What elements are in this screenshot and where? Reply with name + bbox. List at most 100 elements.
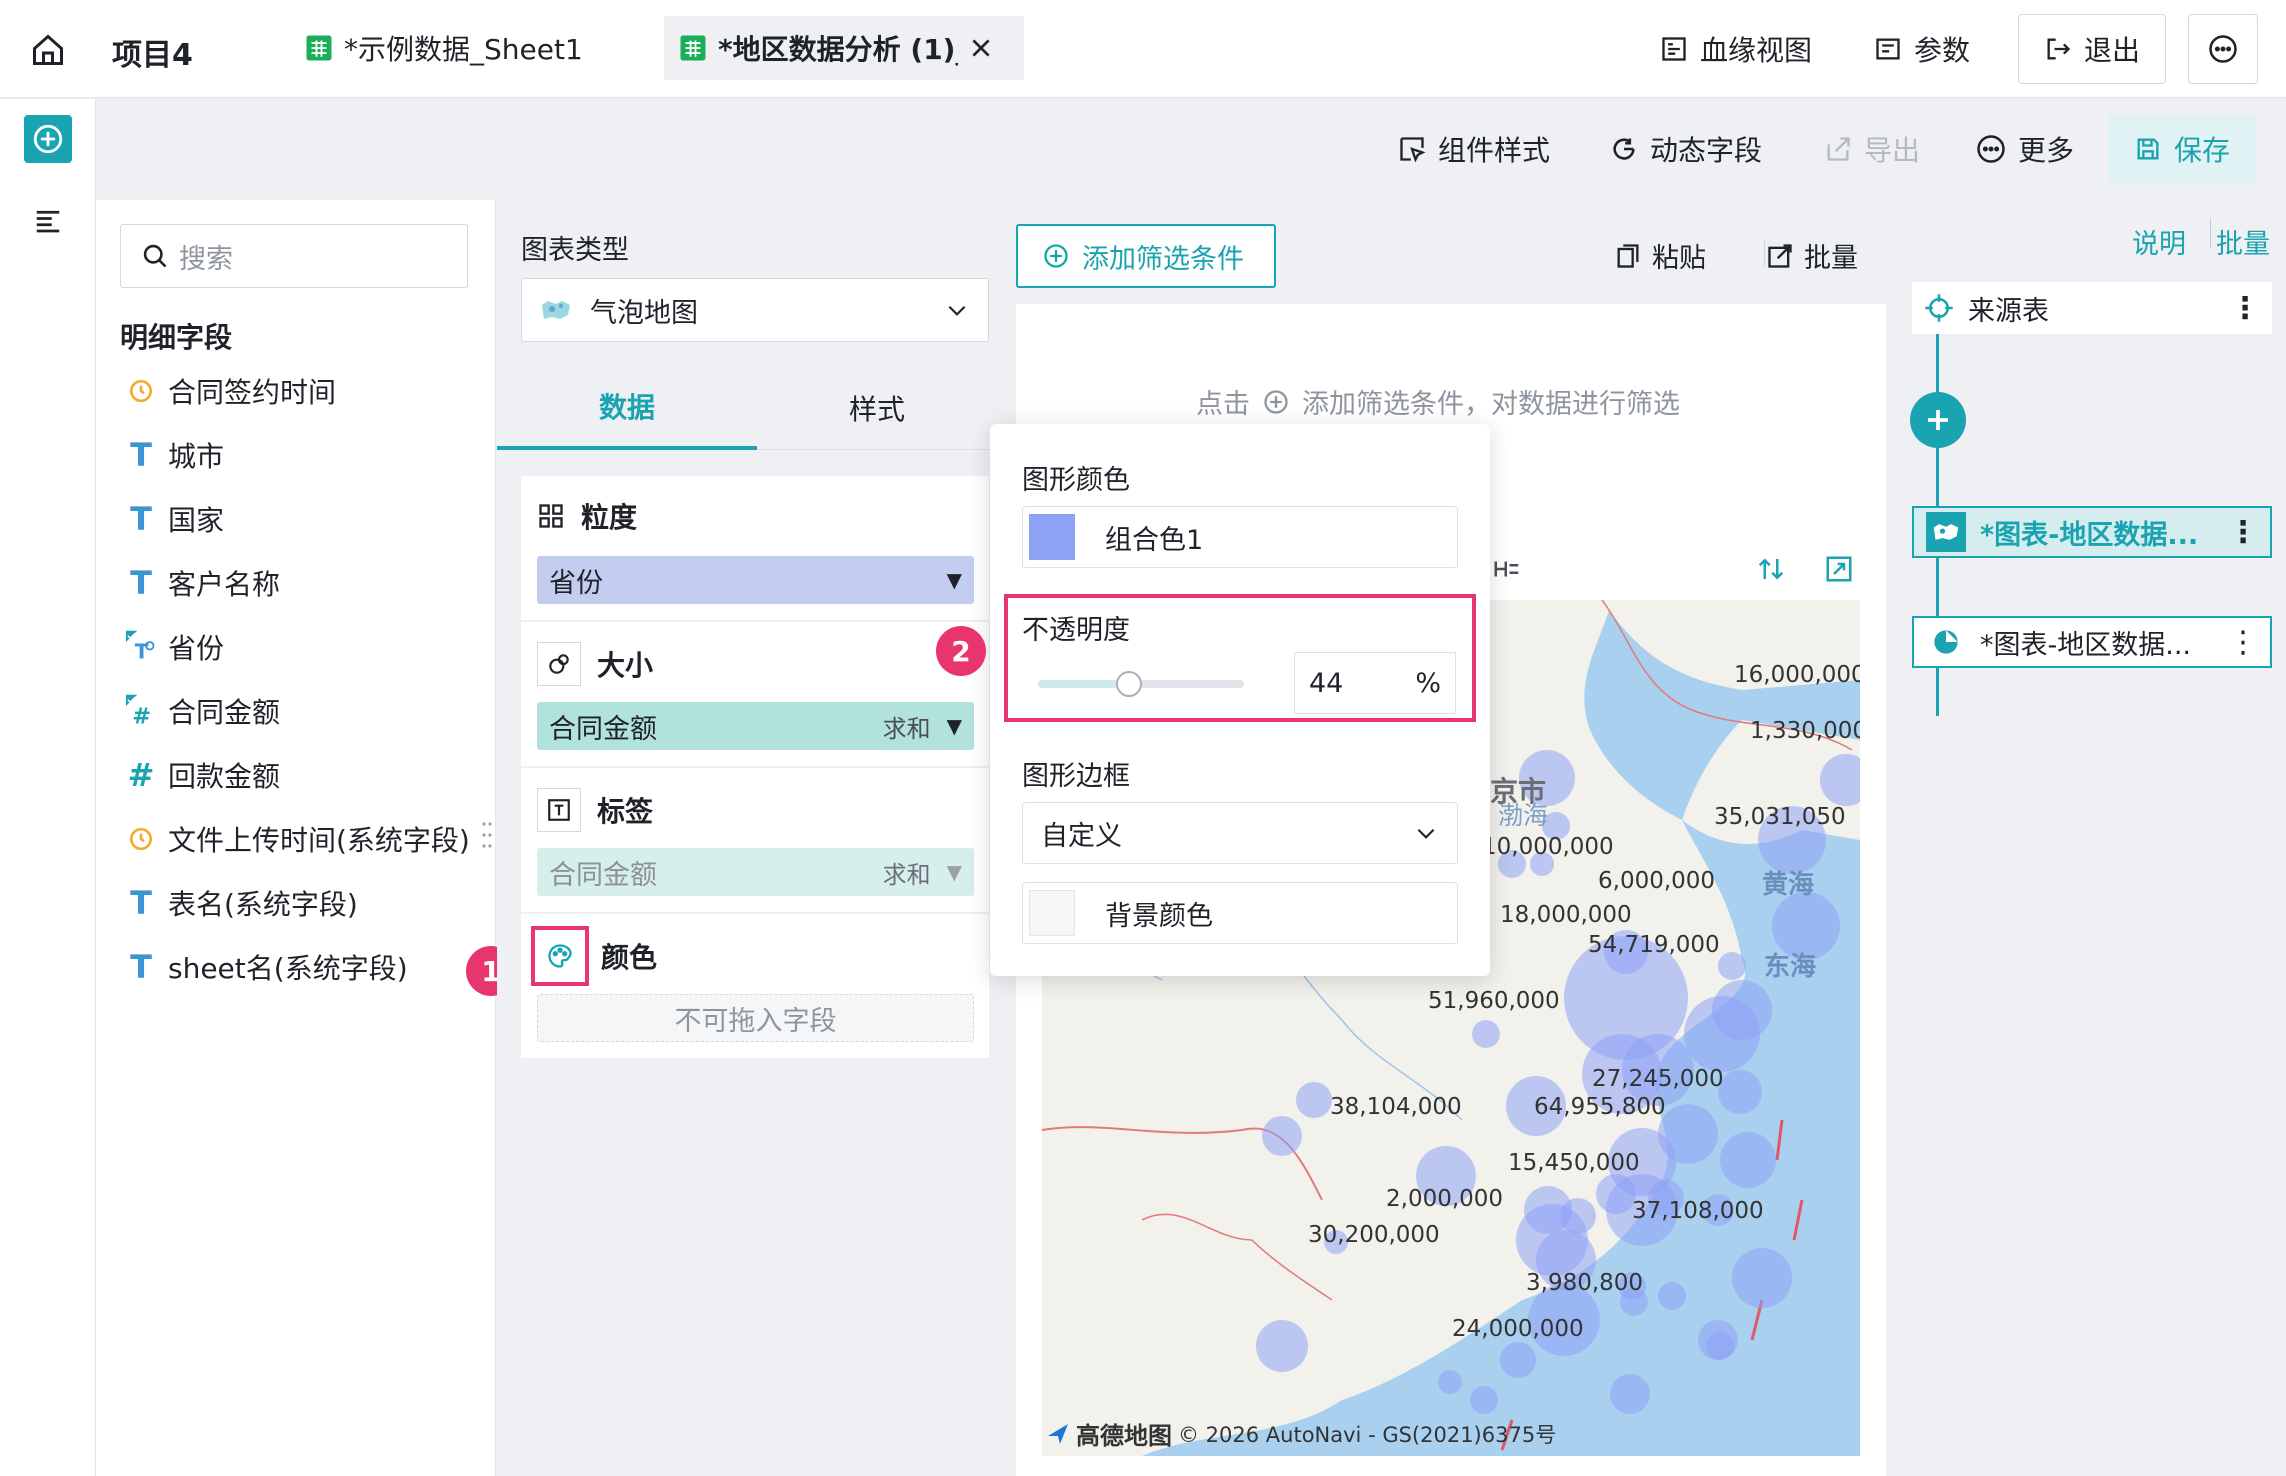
field-item[interactable]: 文件上传时间(系统字段) (126, 814, 470, 864)
tab-sheet[interactable]: *示例数据_Sheet1 (290, 16, 597, 80)
kebab-menu-icon[interactable]: ⋮ (2228, 625, 2258, 660)
batch-label: 批量 (1804, 243, 1858, 274)
params-label: 参数 (1914, 34, 1971, 67)
more-label: 更多 (2018, 134, 2075, 167)
caret-down-icon[interactable]: ▼ (947, 568, 962, 592)
shape-color-select[interactable]: 组合色1 (1022, 506, 1458, 568)
caret-down-icon[interactable]: ▼ (947, 714, 962, 738)
granularity-header: 粒度 (537, 496, 637, 536)
explain-link[interactable]: 说明 (2132, 222, 2186, 261)
home-icon[interactable] (26, 28, 70, 72)
caret-down-icon[interactable]: ▼ (947, 860, 962, 884)
add-filter-button[interactable]: 添加筛选条件 (1016, 224, 1276, 288)
tab-analysis-active[interactable]: *地区数据分析 (1)_ (664, 16, 1024, 80)
node-chart-active[interactable]: *图表-地区数据... ⋮ (1912, 506, 2272, 558)
tab-style[interactable]: 样式 (757, 366, 997, 450)
field-item[interactable]: T 表名(系统字段) (126, 878, 358, 928)
size-pill[interactable]: 合同金额 求和 ▼ (537, 702, 974, 750)
divider (2210, 218, 2211, 248)
chart-tool-icon[interactable] (1492, 554, 1522, 584)
export-label: 导出 (1864, 134, 1921, 167)
swap-icon[interactable] (1756, 554, 1786, 584)
background-color-select[interactable]: 背景颜色 (1022, 882, 1458, 944)
node-label: *图表-地区数据... (1980, 629, 2191, 661)
field-item[interactable]: # 回款金额 (126, 750, 280, 800)
number-type-icon: # (127, 756, 155, 794)
bubble-value-label: 54,719,000 (1588, 932, 1720, 958)
export-button[interactable]: 导出 (1824, 123, 1920, 175)
field-item[interactable]: T 省份 (126, 622, 224, 672)
bubble-map-icon (1926, 512, 1966, 552)
node-source-table[interactable]: 来源表 ⋮ (1912, 282, 2272, 334)
pill-agg: 求和 (882, 860, 931, 889)
text-type-icon: T (130, 884, 152, 922)
field-item[interactable]: # 合同金额 (126, 686, 280, 736)
add-circle-icon (1042, 242, 1070, 270)
tag-icon (537, 788, 581, 832)
number-type-icon: # (126, 693, 156, 729)
bubble-value-label: 37,108,000 (1632, 1198, 1764, 1224)
batch-edit-icon (1766, 242, 1794, 270)
tag-label: 标签 (597, 795, 654, 828)
kebab-menu-icon[interactable]: ⋮ (2228, 515, 2258, 550)
params-button[interactable]: 参数 (1874, 14, 1970, 84)
tab-label: *示例数据_Sheet1 (344, 33, 583, 66)
save-icon (2134, 135, 2162, 163)
field-item[interactable]: 合同签约时间 (126, 366, 336, 416)
chevron-down-icon (1413, 820, 1439, 846)
paste-label: 粘贴 (1652, 243, 1706, 274)
border-select[interactable]: 自定义 (1022, 802, 1458, 864)
section-title: 明细字段 (120, 321, 233, 354)
field-item[interactable]: T 城市 (126, 430, 224, 480)
map-label-huanghai: 黄海 (1762, 870, 1815, 900)
clock-icon (126, 378, 156, 404)
node-chart[interactable]: *图表-地区数据... ⋮ (1912, 616, 2272, 668)
more-menu-button[interactable] (2188, 14, 2258, 84)
opacity-input[interactable]: 44 % (1294, 652, 1456, 714)
save-label: 保存 (2173, 134, 2230, 167)
color-drop-zone[interactable]: 不可拖入字段 (537, 994, 974, 1042)
batch-link[interactable]: 批量 (2216, 222, 2270, 261)
fullscreen-icon[interactable] (1824, 554, 1854, 584)
chart-type-select[interactable]: 气泡地图 (521, 278, 989, 342)
resize-handle[interactable] (482, 820, 492, 850)
search-input[interactable]: 搜索 (120, 224, 468, 288)
granularity-pill[interactable]: 省份 ▼ (537, 556, 974, 604)
add-step-button[interactable] (1910, 392, 1966, 448)
slider-handle[interactable] (1115, 671, 1142, 697)
field-label: 回款金额 (168, 760, 281, 793)
lineage-view-button[interactable]: 血缘视图 (1660, 14, 1812, 84)
pill-value: 省份 (549, 567, 603, 599)
more-button[interactable]: 更多 (1976, 123, 2074, 175)
field-item[interactable]: T sheet名(系统字段) (126, 942, 408, 992)
field-item[interactable]: T 国家 (126, 494, 224, 544)
field-label: 省份 (168, 632, 225, 665)
add-component-icon[interactable] (24, 115, 72, 163)
export-icon (1824, 135, 1852, 163)
pill-agg: 求和 (882, 714, 931, 743)
exit-button[interactable]: 退出 (2018, 14, 2166, 84)
component-style-label: 组件样式 (1438, 134, 1551, 167)
batch-filter-button[interactable]: 批量 (1766, 236, 1858, 275)
attribution-text: © 2026 AutoNavi - GS(2021)6375号 (1178, 1422, 1557, 1447)
kebab-menu-icon[interactable]: ⋮ (2230, 291, 2260, 326)
outline-icon[interactable] (26, 199, 70, 243)
tab-data[interactable]: 数据 (497, 366, 757, 450)
opacity-slider[interactable] (1038, 671, 1244, 697)
map-attribution: 高德地图 © 2026 AutoNavi - GS(2021)6375号 (1046, 1416, 1556, 1451)
hint-prefix: 点击 (1196, 389, 1250, 420)
more-circle-icon (2208, 34, 2238, 64)
save-button[interactable]: 保存 (2108, 115, 2256, 183)
close-icon[interactable] (968, 35, 994, 61)
field-item[interactable]: T 客户名称 (126, 558, 280, 608)
map-label-bohai: 渤海 (1498, 801, 1549, 830)
project-name[interactable]: 项目4 (112, 30, 193, 74)
chart-type-value: 气泡地图 (590, 297, 698, 329)
color-palette-icon[interactable] (531, 926, 589, 986)
component-style-button[interactable]: 组件样式 (1398, 123, 1550, 175)
color-swatch (1029, 514, 1075, 560)
divider (1764, 240, 1765, 266)
tag-pill[interactable]: 合同金额 求和 ▼ (537, 848, 974, 896)
paste-button[interactable]: 粘贴 (1614, 236, 1706, 275)
dynamic-field-button[interactable]: 动态字段 (1610, 123, 1762, 175)
